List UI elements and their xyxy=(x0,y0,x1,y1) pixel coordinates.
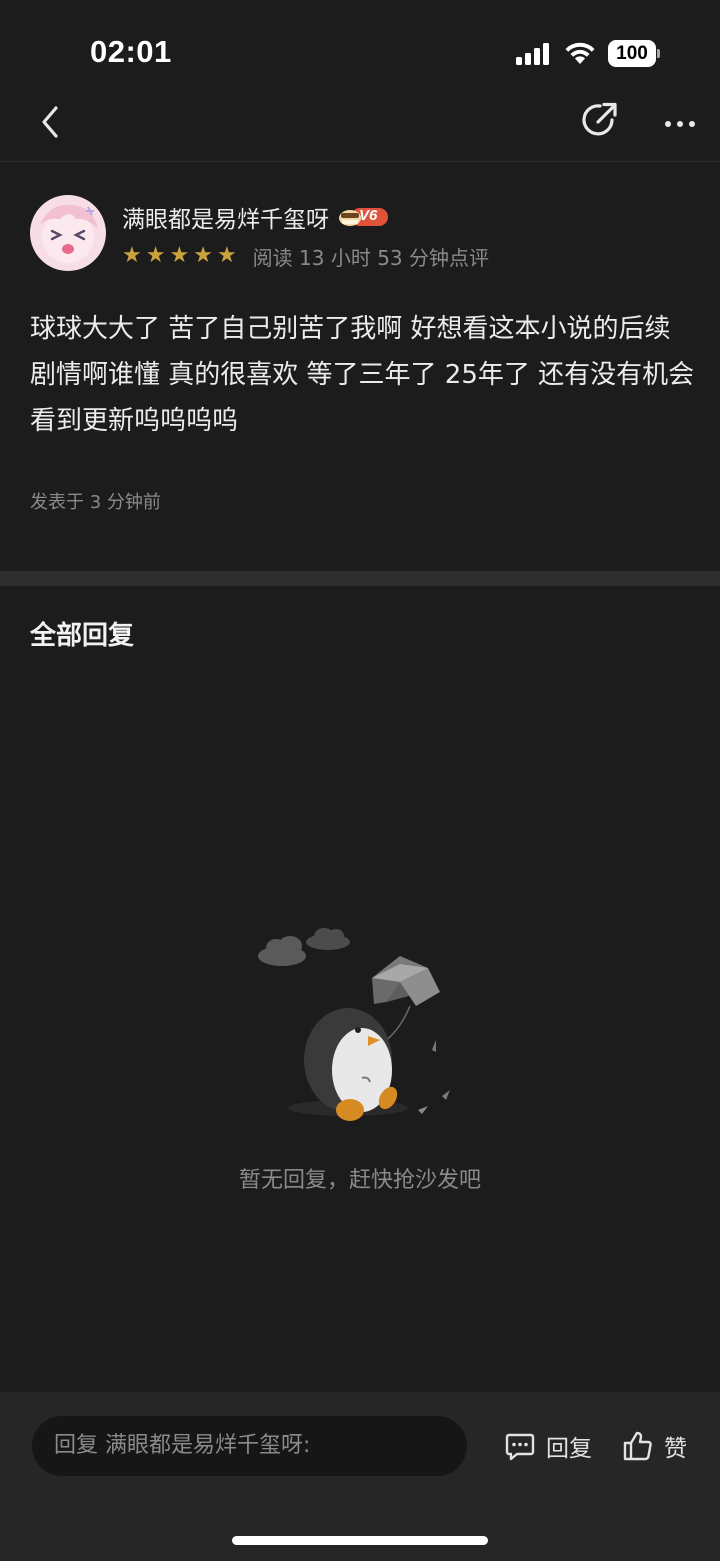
star-icon: ★ xyxy=(193,243,213,268)
reply-label: 回复 xyxy=(546,1436,592,1462)
username-row: 满眼都是易烊千玺呀 V6 xyxy=(122,200,389,234)
rating-row: ★ ★ ★ ★ ★ 阅读 13 小时 53 分钟点评 xyxy=(122,242,489,270)
cloud-icon xyxy=(258,928,350,966)
post-time: 发表于 3 分钟前 xyxy=(30,492,161,513)
star-icon: ★ xyxy=(145,243,166,268)
share-icon[interactable] xyxy=(578,100,620,140)
like-label: 赞 xyxy=(664,1436,687,1462)
comment-icon xyxy=(505,1433,535,1461)
navigation-bar xyxy=(0,100,720,162)
star-rating: ★ ★ ★ ★ ★ xyxy=(122,245,237,267)
empty-state-text: 暂无回复，赶快抢沙发吧 xyxy=(238,1168,481,1193)
battery-level: 100 xyxy=(616,43,648,64)
reply-input[interactable]: 回复 满眼都是易烊千玺呀: xyxy=(32,1416,467,1476)
vip-badge: V6 xyxy=(337,205,389,229)
penguin-icon xyxy=(288,1008,408,1121)
wifi-icon xyxy=(565,42,595,64)
username[interactable]: 满眼都是易烊千玺呀 xyxy=(122,200,329,234)
reply-button[interactable]: 回复 xyxy=(504,1428,592,1464)
star-icon: ★ xyxy=(216,243,237,268)
more-icon[interactable] xyxy=(660,106,700,136)
thumbs-up-icon xyxy=(623,1431,652,1461)
penguin-empty-illustration xyxy=(258,928,450,1121)
box-icon xyxy=(372,956,440,1006)
home-indicator[interactable] xyxy=(232,1536,488,1545)
replies-title: 全部回复 xyxy=(30,621,135,651)
comment-text[interactable]: 球球大大了 苦了自己别苦了我啊 好想看这本小说的后续剧情啊谁懂 真的很喜欢 等了… xyxy=(30,306,695,444)
like-button[interactable]: 赞 xyxy=(622,1428,687,1464)
star-icon: ★ xyxy=(122,243,142,268)
avatar[interactable] xyxy=(30,195,106,271)
status-bar: 02:01 100 xyxy=(0,0,720,100)
vip-level: V6 xyxy=(359,207,378,224)
cellular-signal-icon xyxy=(516,43,549,65)
section-divider xyxy=(0,571,720,586)
battery-indicator: 100 xyxy=(608,40,660,67)
back-icon[interactable] xyxy=(34,102,70,142)
bottom-bar: 回复 满眼都是易烊千玺呀: 回复 赞 xyxy=(0,1392,720,1561)
star-icon: ★ xyxy=(169,243,190,268)
read-info: 阅读 13 小时 53 分钟点评 xyxy=(252,245,489,270)
status-time: 02:01 xyxy=(90,34,172,69)
